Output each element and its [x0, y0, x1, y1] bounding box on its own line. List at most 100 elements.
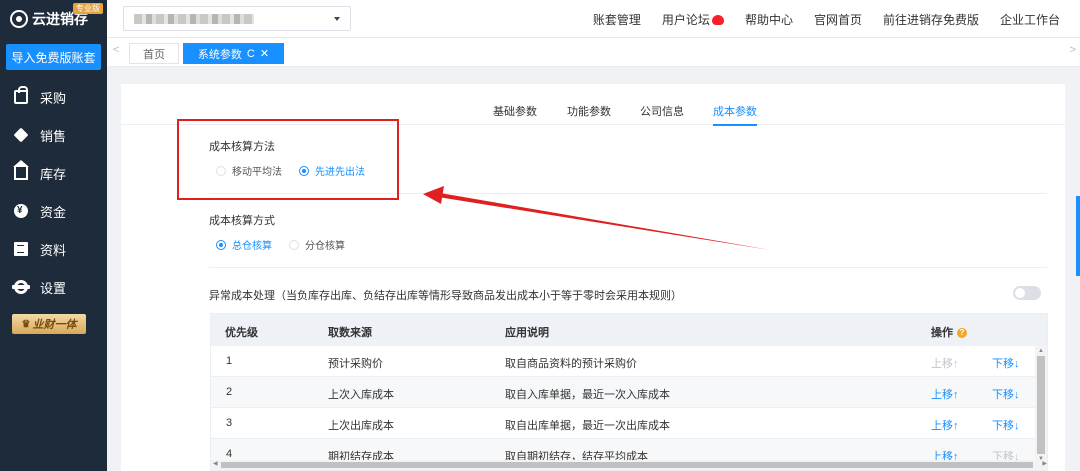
sidebar-item-settings[interactable]: 设置: [0, 268, 107, 306]
move-down-button[interactable]: 下移↓: [992, 355, 1020, 371]
table-header: 优先级 取数来源 应用说明 操作?: [211, 314, 1047, 346]
chevron-down-icon: [334, 17, 340, 21]
cell-source: 上次入库成本: [328, 389, 394, 401]
crown-icon: ♛: [21, 318, 31, 330]
cell-priority: 4: [226, 448, 233, 460]
top-links: 账套管理 用户论坛 帮助中心 官网首页 前往进销存免费版 企业工作台: [572, 0, 1060, 38]
sidebar-item-inventory[interactable]: 库存: [0, 154, 107, 192]
sidebar-item-label: 设置: [40, 280, 67, 296]
cell-desc: 取自出库单据，最近一次出库成本: [505, 420, 670, 432]
account-select[interactable]: [123, 6, 351, 31]
radio-total-warehouse[interactable]: 总仓核算: [216, 237, 272, 252]
cost-method-title: 成本核算方法: [209, 141, 275, 153]
page-scroll-indicator[interactable]: [1076, 196, 1080, 276]
radio-per-warehouse[interactable]: 分仓核算: [289, 237, 345, 252]
divider: [209, 193, 1047, 194]
tab-label: 系统参数: [197, 48, 242, 61]
abnormal-cost-toggle[interactable]: [1013, 286, 1041, 300]
link-account-management[interactable]: 账套管理: [593, 11, 641, 28]
move-up-button[interactable]: 上移↑: [931, 386, 959, 402]
cell-source: 预计采购价: [328, 358, 383, 370]
cell-desc: 取自商品资料的预计采购价: [505, 358, 637, 370]
radio-fifo[interactable]: 先进先出法: [299, 163, 365, 178]
table-row: 3 上次出库成本 取自出库单据，最近一次出库成本 上移↑ 下移↓: [211, 408, 1037, 439]
link-user-forum[interactable]: 用户论坛: [662, 11, 724, 28]
sub-tab-company[interactable]: 公司信息: [640, 103, 684, 119]
radio-dot: [289, 239, 299, 250]
tag-icon: [13, 127, 29, 143]
radio-label: 总仓核算: [232, 241, 272, 252]
tab-scroll-left-icon[interactable]: <: [113, 44, 119, 56]
radio-moving-average[interactable]: 移动平均法: [216, 163, 282, 178]
sub-tab-basic[interactable]: 基础参数: [493, 103, 537, 119]
account-name-redacted: [134, 14, 254, 24]
tab-system-params[interactable]: 系统参数 C ✕: [183, 43, 284, 64]
settings-panel: 基础参数 功能参数 公司信息 成本参数 成本核算方法 移动平均法 先进先出法 成…: [121, 84, 1065, 471]
vip-badge[interactable]: ♛ 业财一体: [12, 314, 86, 334]
radio-dot: [216, 165, 226, 176]
column-header: 取数来源: [328, 327, 372, 339]
cell-priority: 2: [226, 386, 233, 398]
scroll-left-icon[interactable]: ◀: [213, 460, 218, 467]
radio-label: 先进先出法: [315, 167, 365, 178]
sub-tab-cost[interactable]: 成本参数: [713, 103, 757, 126]
table-horizontal-scrollbar[interactable]: ◀ ▶: [211, 460, 1047, 470]
cell-priority: 1: [226, 355, 233, 367]
radio-label: 分仓核算: [305, 241, 345, 252]
sidebar-item-funds[interactable]: 资金: [0, 192, 107, 230]
shopping-bag-icon: [14, 86, 28, 104]
cell-desc: 取自入库单据，最近一次入库成本: [505, 389, 670, 401]
sidebar-item-label: 资料: [40, 242, 67, 258]
logo-icon: [10, 10, 28, 28]
close-icon[interactable]: ✕: [260, 47, 269, 60]
sidebar-item-sales[interactable]: 销售: [0, 116, 107, 154]
scroll-up-icon[interactable]: ▲: [1038, 348, 1044, 354]
tab-scroll-right-icon[interactable]: >: [1070, 44, 1076, 56]
table-vertical-scrollbar[interactable]: ▲ ▼: [1035, 346, 1047, 464]
sidebar-item-label: 资金: [40, 204, 67, 220]
move-down-button[interactable]: 下移↓: [992, 386, 1020, 402]
abnormal-cost-title: 异常成本处理（当负库存出库、负结存出库等情形导致商品发出成本小于等于零时会采用本…: [209, 290, 682, 302]
radio-dot: [299, 165, 309, 176]
top-bar: 账套管理 用户论坛 帮助中心 官网首页 前往进销存免费版 企业工作台: [107, 0, 1080, 38]
column-header: 应用说明: [505, 327, 549, 339]
document-icon: [14, 242, 28, 256]
sub-tabs: 基础参数 功能参数 公司信息 成本参数: [121, 99, 1065, 126]
cost-rule-table: 优先级 取数来源 应用说明 操作? 1 预计采购价 取自商品资料的预计采购价 上…: [210, 313, 1048, 471]
link-user-forum-label: 用户论坛: [661, 12, 710, 27]
refresh-icon[interactable]: C: [247, 48, 255, 60]
link-official-site[interactable]: 官网首页: [814, 11, 862, 28]
sidebar-item-purchase[interactable]: 采购: [0, 78, 107, 116]
gear-icon: [12, 280, 30, 294]
scrollbar-thumb[interactable]: [1037, 356, 1045, 454]
import-free-account-button[interactable]: 导入免费版账套: [6, 44, 101, 70]
column-header: 操作: [931, 327, 953, 339]
column-header-actions: 操作?: [931, 324, 967, 340]
link-enterprise-workbench[interactable]: 企业工作台: [1000, 11, 1060, 28]
divider: [209, 267, 1047, 268]
edition-badge: 专业版: [73, 3, 103, 14]
sidebar-item-label: 库存: [40, 166, 67, 182]
app-logo[interactable]: 云进销存 专业版: [0, 0, 107, 38]
sidebar: 云进销存 专业版 导入免费版账套 采购 销售 库存 资金 资料 设置 ♛ 业财一…: [0, 0, 107, 471]
cost-mode-title: 成本核算方式: [209, 215, 275, 227]
tab-bar: < 首页 系统参数 C ✕ >: [107, 38, 1080, 67]
move-up-button[interactable]: 上移↑: [931, 417, 959, 433]
sidebar-item-data[interactable]: 资料: [0, 230, 107, 268]
scroll-right-icon[interactable]: ▶: [1042, 460, 1047, 467]
link-free-version[interactable]: 前往进销存免费版: [883, 11, 979, 28]
radio-dot: [216, 239, 226, 250]
sidebar-item-label: 销售: [40, 128, 67, 144]
cell-priority: 3: [226, 417, 233, 429]
move-down-button[interactable]: 下移↓: [992, 417, 1020, 433]
radio-label: 移动平均法: [232, 167, 282, 178]
link-help-center[interactable]: 帮助中心: [745, 11, 793, 28]
table-row: 2 上次入库成本 取自入库单据，最近一次入库成本 上移↑ 下移↓: [211, 377, 1037, 408]
tab-home[interactable]: 首页: [129, 43, 179, 64]
hot-icon: [711, 15, 724, 26]
help-icon[interactable]: ?: [957, 328, 967, 339]
scrollbar-thumb[interactable]: [221, 462, 1033, 468]
table-row: 1 预计采购价 取自商品资料的预计采购价 上移↑ 下移↓: [211, 346, 1037, 377]
sub-tab-function[interactable]: 功能参数: [567, 103, 611, 119]
cell-source: 上次出库成本: [328, 420, 394, 432]
